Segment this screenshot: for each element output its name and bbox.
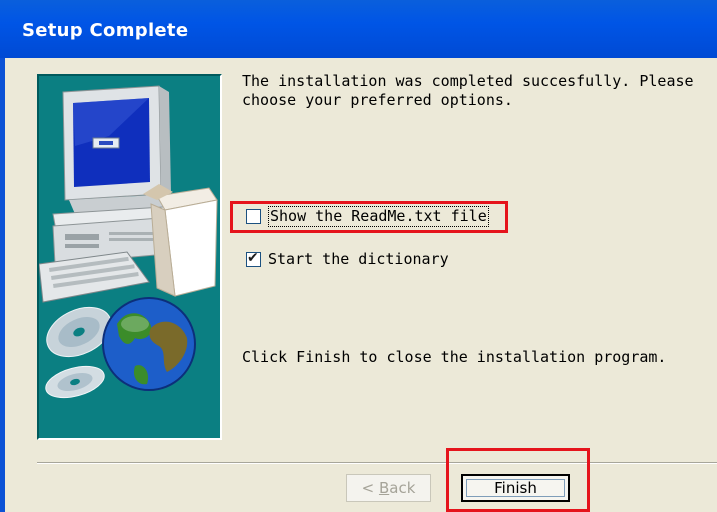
annotation-highlight-finish — [446, 448, 590, 512]
intro-text: The installation was completed succesful… — [242, 72, 694, 109]
checkmark-icon: ✔ — [247, 250, 259, 266]
back-button[interactable]: < Back — [346, 474, 431, 502]
dictionary-checkbox[interactable]: ✔ — [246, 250, 261, 267]
window-title: Setup Complete — [22, 20, 189, 41]
globe-icon — [102, 297, 196, 391]
divider — [37, 462, 717, 464]
back-button-prefix: < — [361, 479, 379, 497]
back-button-rest: ack — [389, 479, 416, 497]
setup-dialog: Setup Complete The installation was comp… — [0, 0, 717, 512]
back-button-accelerator: B — [378, 479, 390, 497]
closing-text: Click Finish to close the installation p… — [242, 348, 667, 366]
annotation-highlight-readme — [230, 201, 508, 233]
dictionary-option[interactable]: ✔ Start the dictionary — [246, 250, 466, 270]
setup-banner-illustration — [39, 85, 218, 399]
setup-banner-image — [37, 74, 222, 440]
window-border — [0, 58, 5, 512]
title-bar[interactable]: Setup Complete — [0, 0, 717, 58]
dictionary-checkbox-label[interactable]: Start the dictionary — [268, 250, 449, 269]
